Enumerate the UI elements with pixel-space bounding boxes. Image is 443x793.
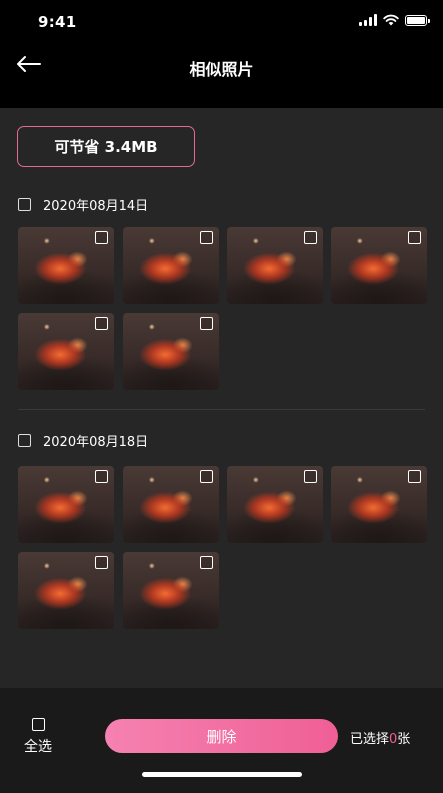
bottom-action-bar: 全选 删除 已选择0张 — [0, 688, 443, 793]
group-checkbox[interactable] — [18, 434, 31, 447]
photo-thumbnail[interactable] — [18, 227, 114, 304]
selected-prefix: 已选择 — [350, 732, 390, 747]
photo-list: 可节省 3.4MB 2020年08月14日 2020年08月18日 — [0, 108, 443, 688]
photo-checkbox[interactable] — [95, 470, 108, 483]
group-date: 2020年08月18日 — [43, 435, 149, 450]
select-all-label: 全选 — [24, 739, 52, 755]
nav-bar: 相似照片 — [0, 44, 443, 108]
selected-suffix: 张 — [397, 732, 411, 747]
group-header: 2020年08月18日 — [18, 431, 148, 450]
photo-checkbox[interactable] — [95, 556, 108, 569]
selected-count: 已选择0张 — [350, 728, 410, 747]
photo-checkbox[interactable] — [95, 231, 108, 244]
savings-badge: 可节省 3.4MB — [17, 126, 195, 167]
photo-thumbnail[interactable] — [123, 313, 219, 390]
select-all-toggle[interactable]: 全选 — [18, 718, 58, 756]
photo-checkbox[interactable] — [200, 231, 213, 244]
photo-checkbox[interactable] — [200, 556, 213, 569]
page-title: 相似照片 — [189, 60, 254, 79]
photo-thumbnail[interactable] — [331, 466, 427, 543]
photo-checkbox[interactable] — [304, 470, 317, 483]
photo-thumbnail[interactable] — [227, 466, 323, 543]
photo-checkbox[interactable] — [408, 470, 421, 483]
group-checkbox[interactable] — [18, 198, 31, 211]
home-indicator — [142, 772, 302, 777]
photo-thumbnail[interactable] — [123, 227, 219, 304]
delete-button[interactable]: 删除 — [105, 719, 338, 753]
photo-thumbnail[interactable] — [18, 313, 114, 390]
photo-thumbnail[interactable] — [18, 466, 114, 543]
group-date: 2020年08月14日 — [43, 199, 149, 214]
status-icons — [359, 14, 430, 26]
photo-thumbnail[interactable] — [227, 227, 323, 304]
battery-icon — [405, 14, 430, 26]
photo-thumbnail[interactable] — [18, 552, 114, 629]
photo-checkbox[interactable] — [200, 470, 213, 483]
photo-checkbox[interactable] — [304, 231, 317, 244]
photo-checkbox[interactable] — [95, 317, 108, 330]
select-all-checkbox[interactable] — [31, 718, 45, 731]
photo-thumbnail[interactable] — [123, 552, 219, 629]
group-header: 2020年08月14日 — [18, 195, 148, 214]
photo-thumbnail[interactable] — [331, 227, 427, 304]
photo-checkbox[interactable] — [408, 231, 421, 244]
cellular-signal-icon — [359, 14, 377, 26]
photo-thumbnail[interactable] — [123, 466, 219, 543]
status-bar: 9:41 — [0, 0, 443, 44]
status-time: 9:41 — [38, 13, 77, 31]
group-divider — [18, 409, 425, 410]
photo-checkbox[interactable] — [200, 317, 213, 330]
wifi-icon — [383, 14, 399, 26]
